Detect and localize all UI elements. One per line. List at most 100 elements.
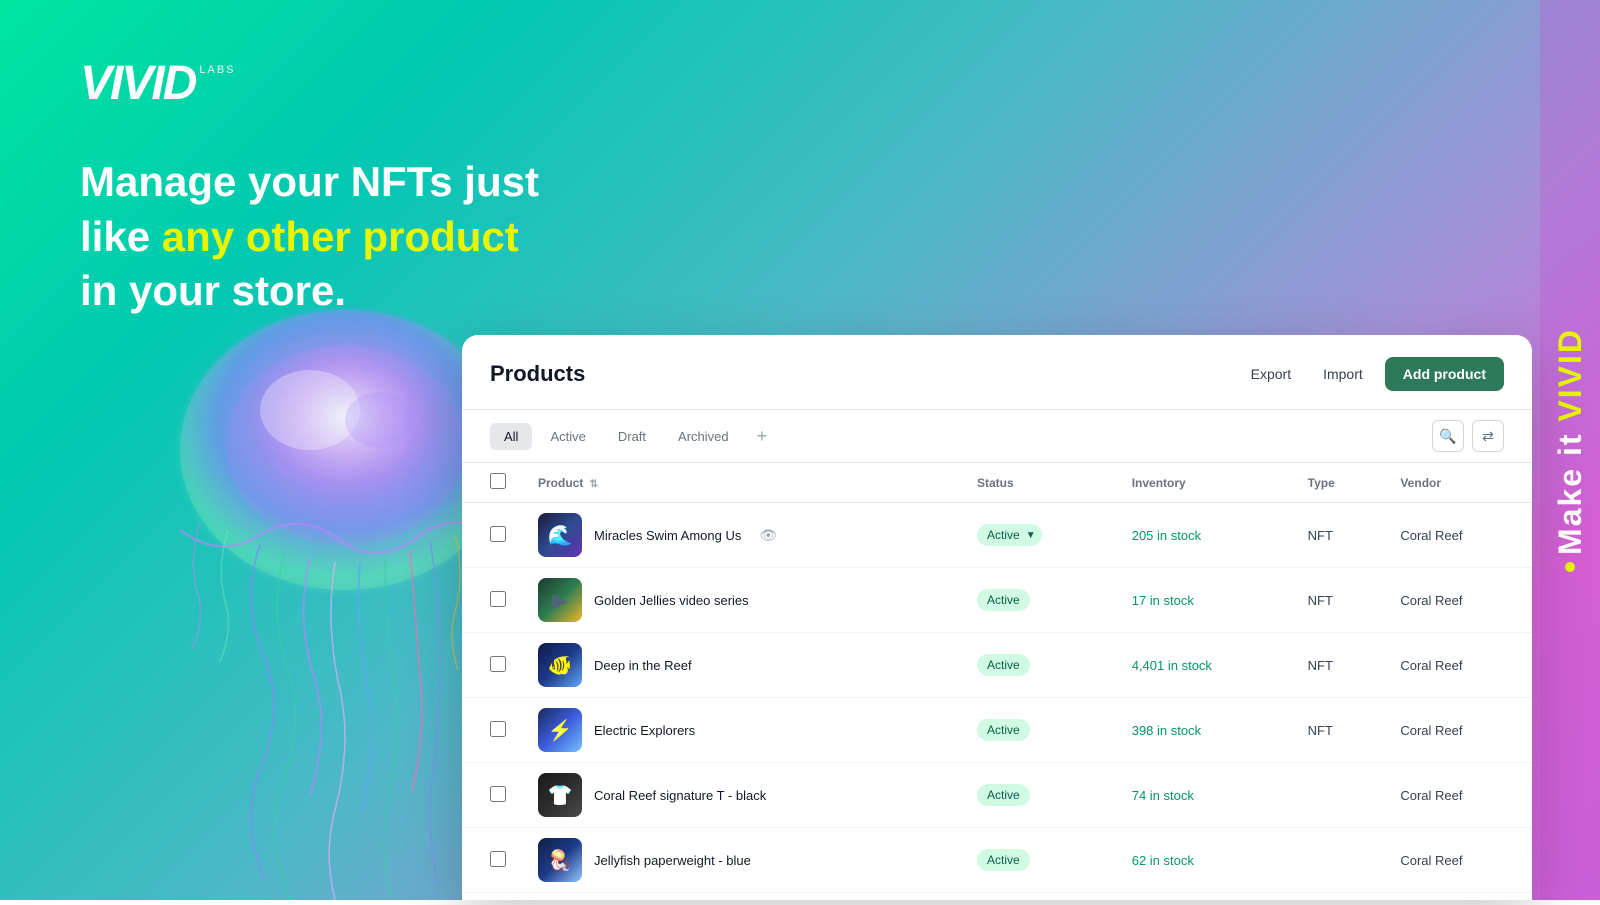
vendor-cell: Coral Reef <box>1384 633 1532 698</box>
thumbnail-icon: ⚡ <box>548 718 573 743</box>
sort-button[interactable]: ⇄ <box>1472 420 1504 452</box>
panel-title: Products <box>490 361 585 387</box>
vendor-value: Coral Reef <box>1400 593 1462 608</box>
inventory-cell: 4,401 in stock <box>1116 633 1292 698</box>
status-cell: Active <box>961 763 1116 828</box>
product-sort-icon: ⇅ <box>590 479 598 490</box>
inventory-value[interactable]: 74 in stock <box>1132 788 1194 803</box>
inventory-value[interactable]: 62 in stock <box>1132 853 1194 868</box>
type-cell: NFT <box>1292 503 1385 568</box>
product-cell: 🐠 Deep in the Reef <box>522 633 961 698</box>
type-cell: NFT <box>1292 568 1385 633</box>
row-checkbox-cell <box>462 503 522 568</box>
status-badge[interactable]: Active <box>977 589 1030 611</box>
tab-active[interactable]: Active <box>536 423 599 450</box>
row-1-checkbox[interactable] <box>490 526 506 542</box>
type-cell: NFT <box>1292 633 1385 698</box>
export-button[interactable]: Export <box>1241 360 1301 388</box>
products-table: Product ⇅ Status Inventory Type Vendor 🌊… <box>462 463 1532 900</box>
status-badge[interactable]: Active <box>977 719 1030 741</box>
col-inventory-header: Inventory <box>1116 463 1292 503</box>
status-badge[interactable]: Active ▼ <box>977 524 1042 546</box>
vendor-value: Coral Reef <box>1400 528 1462 543</box>
row-2-checkbox[interactable] <box>490 591 506 607</box>
type-cell <box>1292 893 1385 901</box>
vendor-value: Coral Reef <box>1400 853 1462 868</box>
vivid-brand: VIVID <box>1552 328 1588 422</box>
status-cell: Active ▼ <box>961 503 1116 568</box>
vendor-cell: Coral Reef <box>1384 763 1532 828</box>
product-thumbnail: 🪼 <box>538 838 582 882</box>
col-vendor-header: Vendor <box>1384 463 1532 503</box>
row-4-checkbox[interactable] <box>490 721 506 737</box>
status-badge[interactable]: Active <box>977 849 1030 871</box>
inventory-value[interactable]: 17 in stock <box>1132 593 1194 608</box>
tab-draft[interactable]: Draft <box>604 423 660 450</box>
product-name: Electric Explorers <box>594 723 695 738</box>
inventory-cell: 205 in stock <box>1116 503 1292 568</box>
row-checkbox-cell <box>462 828 522 893</box>
product-name: Miracles Swim Among Us <box>594 528 741 543</box>
col-status-header: Status <box>961 463 1116 503</box>
product-cell: 🌊 Miracles Swim Among Us 👁 <box>522 503 961 568</box>
inventory-value[interactable]: 4,401 in stock <box>1132 658 1212 673</box>
product-info: 🌊 Miracles Swim Among Us 👁 <box>538 513 945 557</box>
logo-main-text: VIVID <box>80 60 195 108</box>
vendor-value: Coral Reef <box>1400 658 1462 673</box>
row-checkbox-cell <box>462 763 522 828</box>
inventory-cell: 74 in stock <box>1116 763 1292 828</box>
product-info: 🐠 Deep in the Reef <box>538 643 945 687</box>
tab-add-button[interactable]: + <box>747 422 778 451</box>
product-name: Deep in the Reef <box>594 658 692 673</box>
add-product-button[interactable]: Add product <box>1385 357 1504 391</box>
table-row: 🐠 Deep in the Reef Active 4,401 in stock N… <box>462 633 1532 698</box>
status-cell: Active <box>961 698 1116 763</box>
type-value: NFT <box>1308 658 1333 673</box>
row-3-checkbox[interactable] <box>490 656 506 672</box>
col-type-header: Type <box>1292 463 1385 503</box>
import-button[interactable]: Import <box>1313 360 1373 388</box>
headline-line2: like any other product <box>80 210 539 265</box>
product-name: Golden Jellies video series <box>594 593 749 608</box>
panel-header: Products Export Import Add product <box>462 335 1532 410</box>
vendor-cell: Coral Reef <box>1384 893 1532 901</box>
status-badge[interactable]: Active <box>977 784 1030 806</box>
logo-area: VIVID LABS <box>80 60 236 108</box>
headline-highlight: any other product <box>162 213 519 260</box>
product-thumbnail: 👕 <box>538 773 582 817</box>
type-cell: NFT <box>1292 698 1385 763</box>
vertical-brand-text: Make it VIVID <box>1540 0 1600 900</box>
table-row: ▶ Golden Jellies video series Active17 i… <box>462 568 1532 633</box>
search-filter-button[interactable]: 🔍 <box>1432 420 1464 452</box>
thumbnail-icon: 👕 <box>548 783 573 808</box>
vendor-cell: Coral Reef <box>1384 698 1532 763</box>
product-cell: 🧢 Coral Reef signature Cap - black <box>522 893 961 901</box>
product-thumbnail: ⚡ <box>538 708 582 752</box>
headline-line2-before: like <box>80 213 162 260</box>
inventory-cell: 62 in stock <box>1116 828 1292 893</box>
inventory-value[interactable]: 398 in stock <box>1132 723 1201 738</box>
vendor-cell: Coral Reef <box>1384 503 1532 568</box>
filter-tabs: All Active Draft Archived + <box>490 422 1432 451</box>
row-checkbox-cell <box>462 633 522 698</box>
table-row: 👕 Coral Reef signature T - black Active7… <box>462 763 1532 828</box>
status-badge[interactable]: Active <box>977 654 1030 676</box>
row-5-checkbox[interactable] <box>490 786 506 802</box>
inventory-cell: 398 in stock <box>1116 698 1292 763</box>
col-product-header: Product ⇅ <box>522 463 961 503</box>
headline-line3: in your store. <box>80 264 539 319</box>
filter-icons: 🔍 ⇄ <box>1432 420 1504 452</box>
thumbnail-icon: 🪼 <box>548 848 573 873</box>
vendor-value: Coral Reef <box>1400 723 1462 738</box>
row-6-checkbox[interactable] <box>490 851 506 867</box>
visibility-icon[interactable]: 👁 <box>759 527 777 544</box>
table-row: 🌊 Miracles Swim Among Us 👁 Active ▼ 205 i… <box>462 503 1532 568</box>
vivid-dot <box>1565 562 1575 572</box>
headline-line1: Manage your NFTs just <box>80 155 539 210</box>
tab-archived[interactable]: Archived <box>664 423 743 450</box>
table-row: ⚡ Electric Explorers Active 398 in stock N… <box>462 698 1532 763</box>
inventory-cell: 17 in stock <box>1116 568 1292 633</box>
inventory-value[interactable]: 205 in stock <box>1132 528 1201 543</box>
tab-all[interactable]: All <box>490 423 532 450</box>
select-all-checkbox[interactable] <box>490 473 506 489</box>
